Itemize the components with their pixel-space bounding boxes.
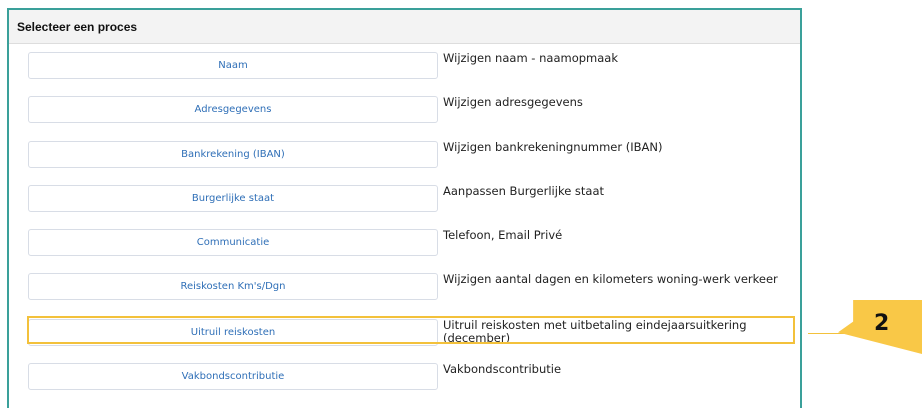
process-row-naam: Naam Wijzigen naam - naamopmaak	[9, 52, 802, 86]
process-description: Aanpassen Burgerlijke staat	[443, 184, 605, 198]
bankrekening-button[interactable]: Bankrekening (IBAN)	[28, 141, 438, 168]
process-row-burgerlijke-staat: Burgerlijke staat Aanpassen Burgerlijke …	[9, 185, 802, 219]
process-row-uitruil-reiskosten: Uitruil reiskosten Uitruil reiskosten me…	[9, 319, 802, 353]
process-row-communicatie: Communicatie Telefoon, Email Privé	[9, 229, 802, 263]
process-description: Telefoon, Email Privé	[443, 228, 563, 242]
process-row-reiskosten: Reiskosten Km's/Dgn Wijzigen aantal dage…	[9, 273, 802, 307]
panel-title: Selecteer een proces	[17, 20, 138, 34]
process-description: Wijzigen adresgegevens	[443, 95, 583, 109]
process-row-bankrekening: Bankrekening (IBAN) Wijzigen bankrekenin…	[9, 141, 802, 175]
panel-header: Selecteer een proces	[9, 10, 800, 44]
process-description: Uitruil reiskosten met uitbetaling einde…	[443, 318, 747, 345]
callout-number: 2	[874, 311, 890, 336]
process-row-vakbondscontributie: Vakbondscontributie Vakbondscontributie	[9, 363, 802, 397]
burgerlijke-staat-button[interactable]: Burgerlijke staat	[28, 185, 438, 212]
process-description: Wijzigen bankrekeningnummer (IBAN)	[443, 140, 663, 154]
vakbondscontributie-button[interactable]: Vakbondscontributie	[28, 363, 438, 390]
uitruil-reiskosten-button[interactable]: Uitruil reiskosten	[28, 319, 438, 346]
process-description: Wijzigen aantal dagen en kilometers woni…	[443, 272, 778, 286]
process-description: Vakbondscontributie	[443, 362, 562, 376]
reiskosten-button[interactable]: Reiskosten Km's/Dgn	[28, 273, 438, 300]
communicatie-button[interactable]: Communicatie	[28, 229, 438, 256]
naam-button[interactable]: Naam	[28, 52, 438, 79]
process-panel: Selecteer een proces Naam Wijzigen naam …	[7, 8, 802, 408]
process-row-adresgegevens: Adresgegevens Wijzigen adresgegevens	[9, 96, 802, 130]
adresgegevens-button[interactable]: Adresgegevens	[28, 96, 438, 123]
process-description: Wijzigen naam - naamopmaak	[443, 51, 618, 65]
